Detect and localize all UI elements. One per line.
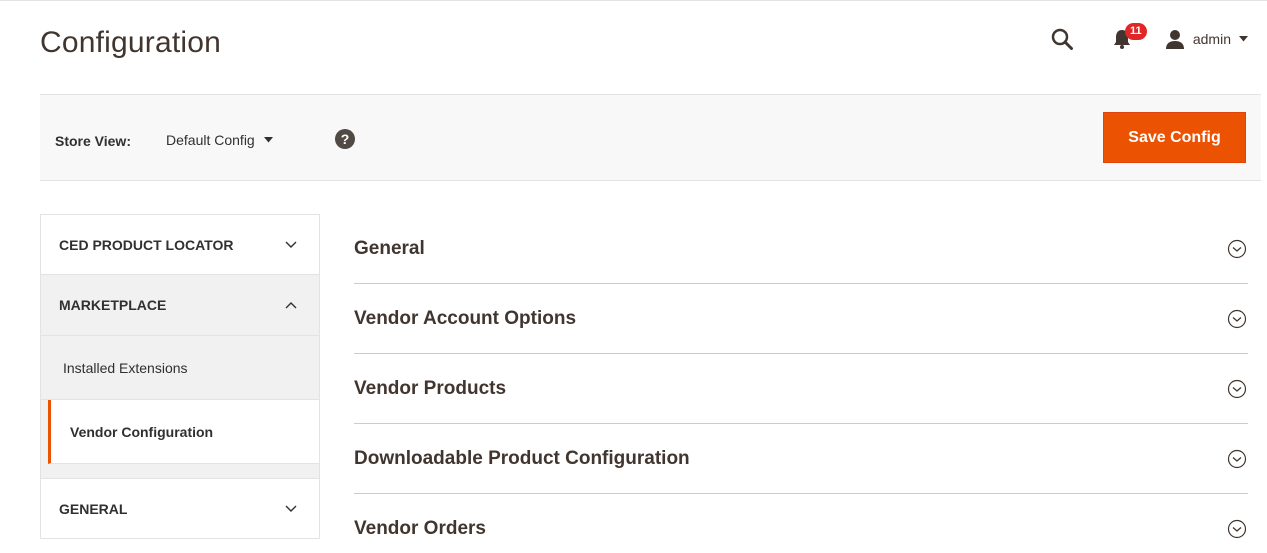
section-title: General xyxy=(354,237,425,259)
sidebar-spacer xyxy=(40,464,320,478)
page-title: Configuration xyxy=(40,26,222,59)
user-menu-button[interactable]: admin xyxy=(1165,29,1248,49)
section-title: Downloadable Product Configuration xyxy=(354,447,690,469)
notification-count-badge: 11 xyxy=(1124,23,1147,40)
section-general[interactable]: General xyxy=(354,214,1248,284)
section-downloadable-product-configuration[interactable]: Downloadable Product Configuration xyxy=(354,424,1248,494)
search-icon xyxy=(1051,28,1073,50)
sidebar-section-marketplace[interactable]: MARKETPLACE xyxy=(40,275,320,336)
store-view-switcher[interactable]: Default Config xyxy=(166,132,273,148)
header-actions: 11 admin xyxy=(1051,22,1248,56)
user-icon xyxy=(1165,30,1184,49)
expand-circle-icon xyxy=(1227,449,1247,468)
section-vendor-account-options[interactable]: Vendor Account Options xyxy=(354,284,1248,354)
expand-circle-icon xyxy=(1227,239,1247,258)
sidebar-section-label: GENERAL xyxy=(59,500,128,517)
sidebar-section-label: MARKETPLACE xyxy=(59,297,167,313)
section-title: Vendor Orders xyxy=(354,518,486,539)
sidebar-item-installed-extensions[interactable]: Installed Extensions xyxy=(41,336,319,400)
sidebar-item-label: Installed Extensions xyxy=(63,359,188,376)
expand-circle-icon xyxy=(1227,309,1247,328)
sidebar-item-label: Vendor Configuration xyxy=(70,423,214,440)
store-view-selected: Default Config xyxy=(166,132,255,148)
user-name: admin xyxy=(1192,31,1231,47)
chevron-up-icon xyxy=(285,302,297,309)
sidebar-section-general[interactable]: GENERAL xyxy=(40,478,320,539)
help-icon[interactable]: ? xyxy=(335,129,355,149)
sidebar-section-ced-product-locator[interactable]: CED PRODUCT LOCATOR xyxy=(40,214,320,275)
search-button[interactable] xyxy=(1051,28,1073,50)
store-view-bar: Store View: Default Config ? Save Config xyxy=(40,94,1261,181)
sidebar-section-label: CED PRODUCT LOCATOR xyxy=(59,236,234,253)
config-sidebar: CED PRODUCT LOCATOR MARKETPLACE Installe… xyxy=(40,214,320,539)
section-title: Vendor Account Options xyxy=(354,307,577,329)
section-title: Vendor Products xyxy=(354,377,507,399)
sidebar-item-vendor-configuration[interactable]: Vendor Configuration xyxy=(48,400,319,464)
sidebar-marketplace-items: Installed Extensions Vendor Configuratio… xyxy=(40,336,320,464)
chevron-down-icon xyxy=(285,505,297,512)
section-vendor-products[interactable]: Vendor Products xyxy=(354,354,1248,424)
save-config-button[interactable]: Save Config xyxy=(1103,112,1246,163)
config-sections: General Vendor Account Options Vendor Pr… xyxy=(354,214,1248,553)
notifications-button[interactable]: 11 xyxy=(1113,23,1147,49)
caret-down-icon xyxy=(263,137,273,143)
section-vendor-orders[interactable]: Vendor Orders xyxy=(354,494,1248,553)
store-view-label: Store View: xyxy=(55,133,131,149)
caret-down-icon xyxy=(1239,36,1248,42)
top-divider xyxy=(0,0,1267,8)
expand-circle-icon xyxy=(1227,519,1247,539)
chevron-down-icon xyxy=(285,241,297,248)
expand-circle-icon xyxy=(1227,379,1247,398)
